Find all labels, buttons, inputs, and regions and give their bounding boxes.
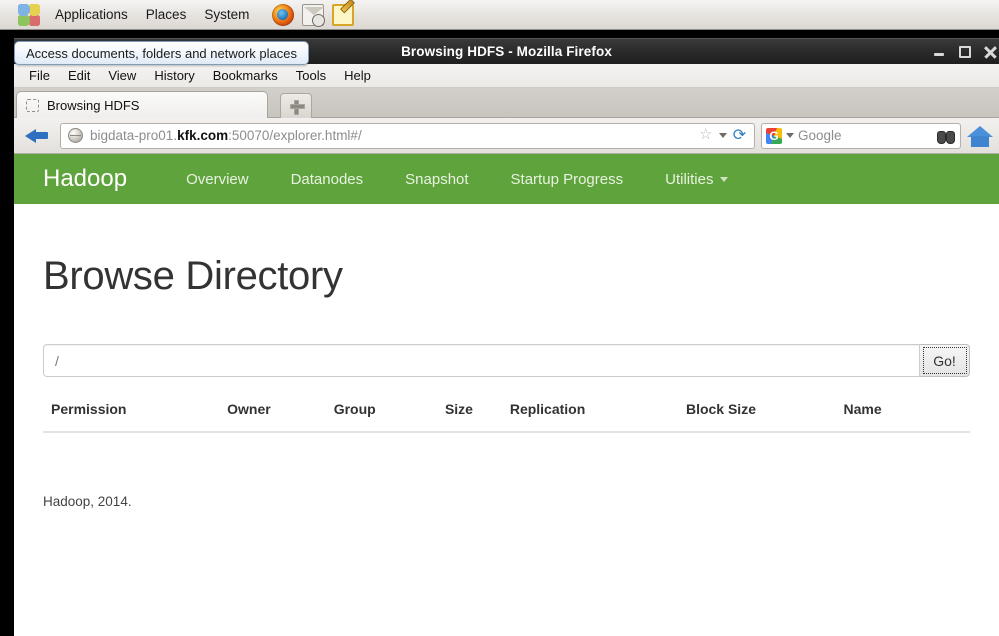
menu-file[interactable]: File <box>20 66 59 85</box>
window-title: Browsing HDFS - Mozilla Firefox <box>401 44 612 59</box>
tab-title: Browsing HDFS <box>47 97 140 113</box>
nav-link-overview[interactable]: Overview <box>165 171 270 188</box>
nav-link-utilities[interactable]: Utilities <box>644 171 749 188</box>
menu-view[interactable]: View <box>99 66 145 85</box>
firefox-window: Browsing HDFS - Mozilla Firefox File Edi… <box>14 38 999 636</box>
column-header-permission: Permission <box>43 395 220 433</box>
nav-link-datanodes[interactable]: Datanodes <box>270 171 385 188</box>
path-form: / Go! <box>43 344 970 377</box>
menu-tools[interactable]: Tools <box>287 66 335 85</box>
back-arrow-icon <box>25 127 49 144</box>
page-footer: Hadoop, 2014. <box>43 494 132 509</box>
url-prefix: bigdata-pro01. <box>90 128 178 143</box>
minimize-button[interactable] <box>933 46 946 59</box>
browser-menubar: File Edit View History Bookmarks Tools H… <box>14 64 999 88</box>
page-viewport: Hadoop Overview Datanodes Snapshot Start… <box>14 154 999 636</box>
column-header-group: Group <box>325 395 437 433</box>
panel-menu-places[interactable]: Places <box>137 4 196 25</box>
go-button[interactable]: Go! <box>920 344 970 377</box>
search-input[interactable]: Google <box>798 128 933 143</box>
places-tooltip: Access documents, folders and network pl… <box>14 41 309 65</box>
search-bar[interactable]: Google <box>761 122 961 149</box>
table-head: Permission Owner Group Size Replication … <box>43 395 970 433</box>
url-suffix: :50070/explorer.html#/ <box>228 128 362 143</box>
chevron-down-icon[interactable] <box>719 133 727 138</box>
address-bar[interactable]: bigdata-pro01.kfk.com:50070/explorer.htm… <box>60 122 755 149</box>
column-header-owner: Owner <box>219 395 326 433</box>
menu-help[interactable]: Help <box>335 66 380 85</box>
browser-tabbar: Browsing HDFS <box>14 88 999 118</box>
home-icon[interactable] <box>967 124 993 148</box>
panel-launchers <box>272 3 355 27</box>
nav-label-overview: Overview <box>186 170 249 188</box>
address-bar-actions: ☆ ⟳ <box>699 127 750 144</box>
table-header-row: Permission Owner Group Size Replication … <box>43 395 970 433</box>
tab-favicon-placeholder-icon <box>26 98 39 112</box>
maximize-button[interactable] <box>959 46 971 58</box>
globe-icon <box>68 128 83 143</box>
column-header-replication: Replication <box>501 395 678 433</box>
reload-icon[interactable]: ⟳ <box>731 127 748 144</box>
menu-history[interactable]: History <box>145 66 203 85</box>
applications-icon[interactable] <box>18 3 40 26</box>
panel-menu-system[interactable]: System <box>195 4 258 25</box>
search-engine-chevron-icon[interactable] <box>786 133 794 138</box>
text-editor-icon[interactable] <box>332 3 355 26</box>
back-button[interactable] <box>20 121 54 151</box>
url-text: bigdata-pro01.kfk.com:50070/explorer.htm… <box>90 128 699 143</box>
browser-navigation-toolbar: bigdata-pro01.kfk.com:50070/explorer.htm… <box>14 118 999 154</box>
table-row-empty <box>43 432 970 456</box>
empty-listing-cell <box>43 432 970 456</box>
url-host: kfk.com <box>177 128 229 143</box>
firefox-icon[interactable] <box>272 3 295 26</box>
panel-menu-applications[interactable]: Applications <box>46 4 137 25</box>
column-header-name: Name <box>835 395 970 433</box>
evolution-mail-icon[interactable] <box>302 3 326 27</box>
nav-label-utilities: Utilities <box>665 170 714 188</box>
column-header-block-size: Block Size <box>677 395 836 433</box>
nav-label-startup-progress: Startup Progress <box>510 170 624 188</box>
menu-edit[interactable]: Edit <box>59 66 99 85</box>
nav-label-snapshot: Snapshot <box>405 170 469 188</box>
close-button[interactable] <box>984 46 997 59</box>
plus-icon <box>289 99 305 115</box>
column-header-size: Size <box>436 395 502 433</box>
new-tab-button[interactable] <box>280 93 312 118</box>
binoculars-search-icon[interactable] <box>937 128 955 144</box>
directory-path-input[interactable]: / <box>43 344 920 377</box>
nav-label-datanodes: Datanodes <box>290 170 364 188</box>
directory-listing-table: Permission Owner Group Size Replication … <box>43 395 970 456</box>
gnome-top-panel: Applications Places System <box>0 0 999 30</box>
chevron-down-icon <box>720 176 729 182</box>
menu-bookmarks[interactable]: Bookmarks <box>204 66 287 85</box>
window-controls <box>933 39 997 65</box>
tab-browsing-hdfs[interactable]: Browsing HDFS <box>16 91 268 118</box>
bookmark-star-icon[interactable]: ☆ <box>699 127 715 143</box>
nav-link-startup-progress[interactable]: Startup Progress <box>490 171 645 188</box>
google-logo-icon[interactable] <box>766 127 782 144</box>
table-body <box>43 432 970 456</box>
page-content: Browse Directory / Go! Permission Owner … <box>14 254 999 509</box>
page-title: Browse Directory <box>43 254 343 298</box>
nav-link-snapshot[interactable]: Snapshot <box>384 171 489 188</box>
hadoop-brand[interactable]: Hadoop <box>43 165 165 193</box>
hadoop-navbar: Hadoop Overview Datanodes Snapshot Start… <box>14 154 999 204</box>
